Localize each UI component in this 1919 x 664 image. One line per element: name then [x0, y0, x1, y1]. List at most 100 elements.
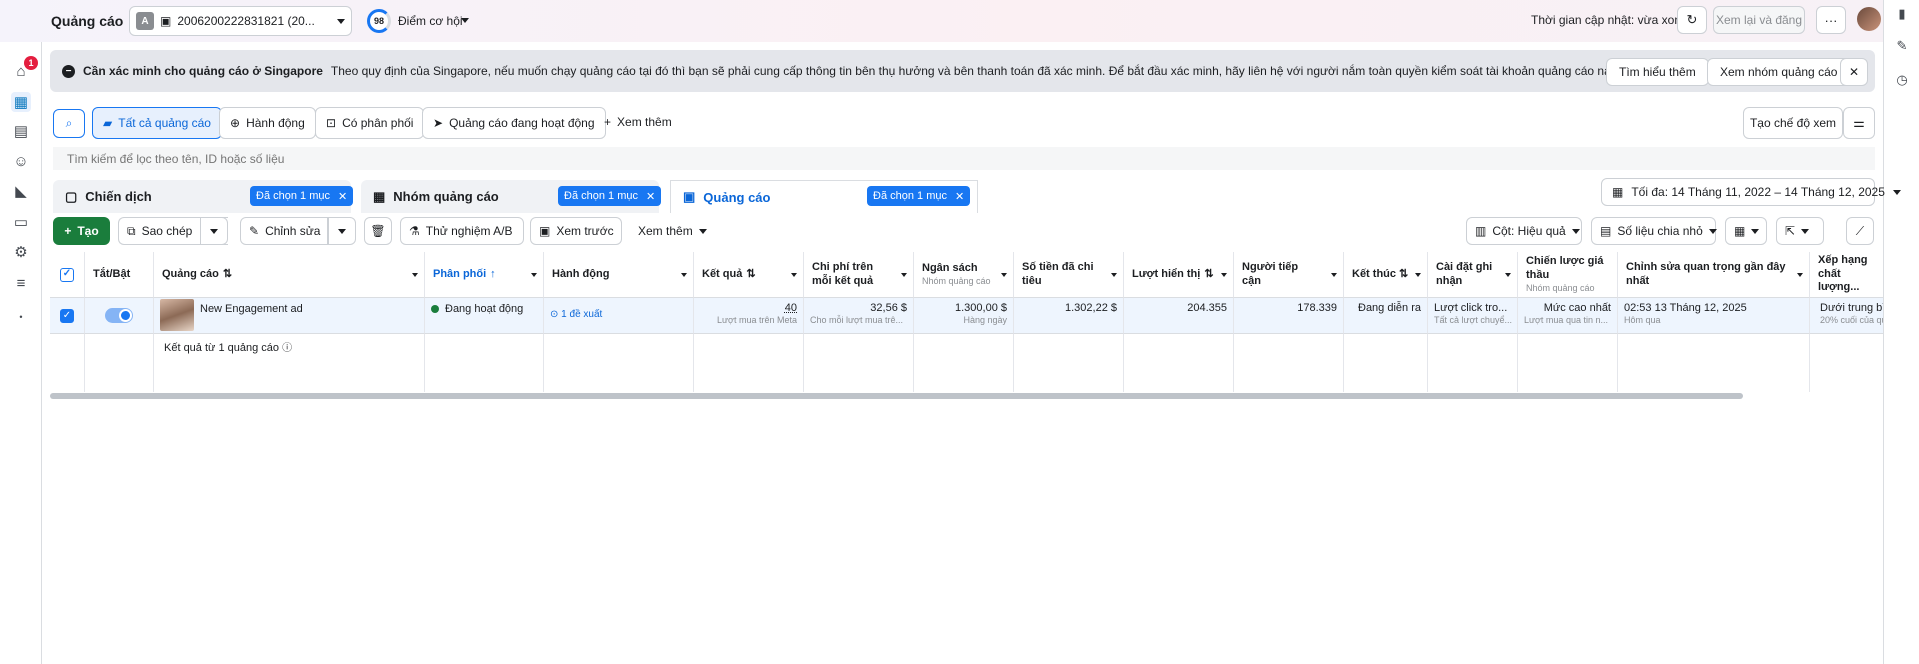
col-reach[interactable]: Người tiếp cận	[1234, 252, 1344, 298]
billing-card-icon[interactable]: ▭	[11, 212, 31, 232]
learn-more-button[interactable]: Tìm hiểu thêm	[1606, 58, 1709, 86]
chevron-down-icon[interactable]	[791, 273, 797, 277]
info-icon[interactable]: ⓘ	[282, 343, 292, 354]
col-delivery[interactable]: Phân phối ↑	[425, 252, 544, 298]
ads-manager-table-icon[interactable]: ▦	[11, 92, 31, 112]
opportunity-score-label[interactable]: Điểm cơ hội	[398, 14, 463, 28]
col-cost-per-result[interactable]: Chi phí trên mỗi kết quả	[804, 252, 914, 298]
search-input[interactable]	[53, 147, 1875, 170]
row-budget-cell[interactable]: 1.300,00 $ Hàng ngày	[914, 298, 1014, 334]
col-ad[interactable]: Quảng cáo ⇅	[154, 252, 425, 298]
edit-button[interactable]: ✎ Chỉnh sửa	[240, 217, 328, 245]
col-impressions[interactable]: Lượt hiển thị ⇅	[1124, 252, 1234, 298]
chevron-down-icon[interactable]	[681, 273, 687, 277]
col-actions[interactable]: Hành động	[544, 252, 694, 298]
col-amount-spent[interactable]: Số tiền đã chi tiêu	[1014, 252, 1124, 298]
plus-icon: +	[64, 224, 72, 238]
date-range-picker[interactable]: ▦ Tối đa: 14 Tháng 11, 2022 – 14 Tháng 12…	[1601, 178, 1901, 206]
ad-toggle[interactable]	[105, 308, 133, 323]
horizontal-scrollbar[interactable]	[50, 393, 1743, 399]
chevron-down-icon[interactable]	[1221, 273, 1227, 277]
col-bid-strategy[interactable]: Chiến lược giá thầu Nhóm quảng cáo	[1518, 252, 1618, 298]
avatar[interactable]	[1857, 7, 1881, 31]
filter-active-ads[interactable]: ➤ Quảng cáo đang hoạt động	[422, 107, 606, 139]
campaign-selected-chip[interactable]: Đã chọn 1 mục ✕	[250, 186, 354, 206]
campaigns-megaphone-icon[interactable]: ◣	[11, 181, 31, 201]
filter-all-ads[interactable]: ▰ Tất cả quảng cáo	[92, 107, 222, 139]
close-icon[interactable]: ✕	[955, 190, 964, 203]
chevron-down-icon[interactable]	[1505, 273, 1511, 277]
results-value[interactable]: 40	[785, 302, 797, 314]
ad-name[interactable]: New Engagement ad	[200, 299, 303, 316]
refresh-button[interactable]: ↻	[1677, 6, 1707, 34]
footer-cell	[1014, 334, 1124, 392]
columns-button[interactable]: ▥ Cột: Hiệu quả	[1466, 217, 1582, 245]
chevron-down-icon[interactable]	[531, 273, 537, 277]
col-onoff[interactable]: Tắt/Bật	[85, 252, 154, 298]
select-all-checkbox[interactable]: ✓	[60, 267, 74, 282]
duplicate-dropdown[interactable]	[200, 217, 228, 245]
row-checkbox[interactable]: ✓	[60, 308, 74, 323]
row-ends-cell: Đang diễn ra	[1344, 298, 1428, 334]
review-publish-button[interactable]: Xem lại và đăng	[1713, 6, 1805, 34]
ad-selected-chip[interactable]: Đã chọn 1 mục ✕	[867, 186, 971, 206]
menu-icon[interactable]: ≡	[11, 273, 31, 293]
attribution-sub: Tất cả lượt chuyể...	[1434, 315, 1512, 326]
view-adset-button[interactable]: Xem nhóm quảng cáo	[1707, 58, 1851, 86]
more-options-button[interactable]: ···	[1816, 6, 1846, 34]
chart-icon[interactable]: ▮	[1894, 6, 1910, 22]
create-button[interactable]: + Tạo	[53, 217, 110, 245]
row-select[interactable]: ✓	[50, 298, 85, 334]
edit-pencil-icon[interactable]: ✎	[1894, 38, 1910, 54]
notifications-icon[interactable]: ⌂ 1	[11, 56, 38, 81]
col-ends[interactable]: Kết thúc ⇅	[1344, 252, 1428, 298]
export-button[interactable]: ⇱	[1776, 217, 1824, 245]
select-all-header[interactable]: ✓	[50, 252, 85, 298]
reports-button[interactable]: ▦	[1725, 217, 1767, 245]
history-clock-icon[interactable]: ◷	[1894, 72, 1910, 88]
row-actions-cell[interactable]: ⊙ 1 đề xuất	[544, 298, 694, 334]
preview-button[interactable]: ▣ Xem trước	[530, 217, 622, 245]
last-edit-sub: Hôm qua	[1624, 315, 1661, 326]
col-budget[interactable]: Ngân sách Nhóm quảng cáo	[914, 252, 1014, 298]
col-last-edit[interactable]: Chỉnh sửa quan trọng gần đây nhất	[1618, 252, 1810, 298]
more-dot-icon[interactable]: •	[11, 307, 31, 327]
close-icon[interactable]: ✕	[338, 190, 347, 203]
adset-selected-chip[interactable]: Đã chọn 1 mục ✕	[558, 186, 662, 206]
view-settings-button[interactable]: ⚌	[1843, 107, 1875, 139]
filter-actions[interactable]: ⊕ Hành động	[219, 107, 316, 139]
business-settings-icon[interactable]: ⚙	[11, 242, 31, 262]
chevron-down-icon	[210, 228, 218, 234]
chevron-down-icon	[1801, 228, 1810, 234]
row-ad-name-cell[interactable]: New Engagement ad	[154, 298, 425, 334]
account-selector[interactable]: A ▣ 2006200222831821 (20...	[129, 6, 352, 36]
breakdown-button[interactable]: ▤ Số liệu chia nhỏ	[1591, 217, 1717, 245]
filter-delivery[interactable]: ⊡ Có phân phối	[315, 107, 425, 139]
col-attribution[interactable]: Cài đặt ghi nhận	[1428, 252, 1518, 298]
create-view-button[interactable]: Tạo chế độ xem	[1743, 107, 1843, 139]
close-icon[interactable]: ✕	[646, 190, 655, 203]
ab-test-button[interactable]: ⚗ Thử nghiệm A/B	[400, 217, 524, 245]
edit-dropdown[interactable]	[328, 217, 356, 245]
chevron-down-icon[interactable]	[1331, 273, 1337, 277]
chevron-down-icon[interactable]	[1001, 273, 1007, 277]
pages-icon[interactable]: ▤	[11, 121, 31, 141]
chevron-down-icon[interactable]	[1797, 273, 1803, 277]
delete-button[interactable]: 🗑	[364, 217, 392, 245]
toolbar-see-more[interactable]: Xem thêm	[632, 217, 713, 245]
col-results[interactable]: Kết quả ⇅	[694, 252, 804, 298]
chevron-down-icon[interactable]	[1415, 273, 1421, 277]
filter-see-more[interactable]: + Xem thêm	[604, 115, 672, 129]
search-button[interactable]: ⌕	[53, 109, 85, 138]
close-banner-button[interactable]: ✕	[1840, 58, 1868, 86]
recommendation-count[interactable]: 1 đề xuất	[561, 309, 602, 320]
charts-button[interactable]: ⟋	[1846, 217, 1874, 245]
chevron-down-icon[interactable]	[1111, 273, 1117, 277]
chevron-down-icon[interactable]	[461, 18, 469, 23]
audiences-icon[interactable]: ☺	[11, 151, 31, 171]
col-quality[interactable]: Xếp hạng chất lượng...	[1810, 252, 1883, 298]
impressions-value: 204.355	[1187, 302, 1227, 314]
chevron-down-icon[interactable]	[412, 273, 418, 277]
chevron-down-icon[interactable]	[901, 273, 907, 277]
opportunity-score-icon[interactable]: 98	[367, 9, 391, 33]
